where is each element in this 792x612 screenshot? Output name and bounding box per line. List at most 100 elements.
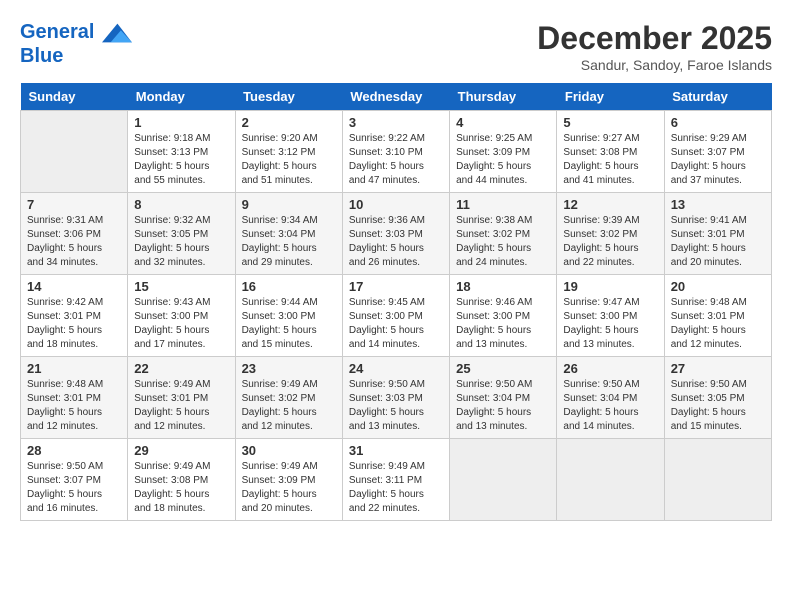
day-number: 11 [456, 197, 550, 212]
day-info: Sunrise: 9:31 AM Sunset: 3:06 PM Dayligh… [27, 214, 121, 270]
day-info: Sunrise: 9:48 AM Sunset: 3:01 PM Dayligh… [27, 378, 121, 434]
calendar-cell: 9 Sunrise: 9:34 AM Sunset: 3:04 PM Dayli… [235, 193, 342, 275]
calendar-cell: 13 Sunrise: 9:41 AM Sunset: 3:01 PM Dayl… [664, 193, 771, 275]
day-info: Sunrise: 9:46 AM Sunset: 3:00 PM Dayligh… [456, 296, 550, 352]
day-info: Sunrise: 9:50 AM Sunset: 3:04 PM Dayligh… [563, 378, 657, 434]
weekday-header-monday: Monday [128, 83, 235, 111]
day-number: 28 [27, 443, 121, 458]
weekday-header-row: SundayMondayTuesdayWednesdayThursdayFrid… [21, 83, 772, 111]
calendar-cell: 14 Sunrise: 9:42 AM Sunset: 3:01 PM Dayl… [21, 275, 128, 357]
calendar-cell: 16 Sunrise: 9:44 AM Sunset: 3:00 PM Dayl… [235, 275, 342, 357]
calendar-cell: 20 Sunrise: 9:48 AM Sunset: 3:01 PM Dayl… [664, 275, 771, 357]
day-number: 23 [242, 361, 336, 376]
logo-blue: Blue [20, 44, 132, 68]
day-number: 6 [671, 115, 765, 130]
day-info: Sunrise: 9:39 AM Sunset: 3:02 PM Dayligh… [563, 214, 657, 270]
day-number: 12 [563, 197, 657, 212]
calendar-cell: 27 Sunrise: 9:50 AM Sunset: 3:05 PM Dayl… [664, 357, 771, 439]
day-info: Sunrise: 9:22 AM Sunset: 3:10 PM Dayligh… [349, 132, 443, 188]
weekday-header-tuesday: Tuesday [235, 83, 342, 111]
day-info: Sunrise: 9:43 AM Sunset: 3:00 PM Dayligh… [134, 296, 228, 352]
calendar-cell: 31 Sunrise: 9:49 AM Sunset: 3:11 PM Dayl… [342, 439, 449, 521]
day-info: Sunrise: 9:41 AM Sunset: 3:01 PM Dayligh… [671, 214, 765, 270]
calendar-cell: 11 Sunrise: 9:38 AM Sunset: 3:02 PM Dayl… [450, 193, 557, 275]
week-row-3: 14 Sunrise: 9:42 AM Sunset: 3:01 PM Dayl… [21, 275, 772, 357]
day-number: 17 [349, 279, 443, 294]
day-number: 1 [134, 115, 228, 130]
weekday-header-sunday: Sunday [21, 83, 128, 111]
week-row-2: 7 Sunrise: 9:31 AM Sunset: 3:06 PM Dayli… [21, 193, 772, 275]
day-number: 8 [134, 197, 228, 212]
calendar-cell: 24 Sunrise: 9:50 AM Sunset: 3:03 PM Dayl… [342, 357, 449, 439]
calendar-cell: 25 Sunrise: 9:50 AM Sunset: 3:04 PM Dayl… [450, 357, 557, 439]
calendar-cell [664, 439, 771, 521]
calendar-cell: 15 Sunrise: 9:43 AM Sunset: 3:00 PM Dayl… [128, 275, 235, 357]
calendar-cell: 12 Sunrise: 9:39 AM Sunset: 3:02 PM Dayl… [557, 193, 664, 275]
calendar-cell [557, 439, 664, 521]
day-info: Sunrise: 9:49 AM Sunset: 3:09 PM Dayligh… [242, 460, 336, 516]
day-number: 21 [27, 361, 121, 376]
page-header: General Blue December 2025 Sandur, Sando… [20, 20, 772, 73]
day-info: Sunrise: 9:38 AM Sunset: 3:02 PM Dayligh… [456, 214, 550, 270]
day-number: 18 [456, 279, 550, 294]
day-info: Sunrise: 9:18 AM Sunset: 3:13 PM Dayligh… [134, 132, 228, 188]
day-info: Sunrise: 9:47 AM Sunset: 3:00 PM Dayligh… [563, 296, 657, 352]
day-info: Sunrise: 9:49 AM Sunset: 3:02 PM Dayligh… [242, 378, 336, 434]
day-number: 4 [456, 115, 550, 130]
day-number: 2 [242, 115, 336, 130]
day-number: 3 [349, 115, 443, 130]
calendar-cell: 17 Sunrise: 9:45 AM Sunset: 3:00 PM Dayl… [342, 275, 449, 357]
calendar-cell: 6 Sunrise: 9:29 AM Sunset: 3:07 PM Dayli… [664, 111, 771, 193]
day-info: Sunrise: 9:50 AM Sunset: 3:04 PM Dayligh… [456, 378, 550, 434]
day-info: Sunrise: 9:34 AM Sunset: 3:04 PM Dayligh… [242, 214, 336, 270]
day-info: Sunrise: 9:25 AM Sunset: 3:09 PM Dayligh… [456, 132, 550, 188]
calendar-cell: 22 Sunrise: 9:49 AM Sunset: 3:01 PM Dayl… [128, 357, 235, 439]
day-number: 14 [27, 279, 121, 294]
calendar-cell: 21 Sunrise: 9:48 AM Sunset: 3:01 PM Dayl… [21, 357, 128, 439]
day-info: Sunrise: 9:50 AM Sunset: 3:03 PM Dayligh… [349, 378, 443, 434]
logo: General Blue [20, 20, 132, 68]
day-number: 22 [134, 361, 228, 376]
day-number: 7 [27, 197, 121, 212]
day-number: 10 [349, 197, 443, 212]
day-number: 15 [134, 279, 228, 294]
calendar-cell: 2 Sunrise: 9:20 AM Sunset: 3:12 PM Dayli… [235, 111, 342, 193]
calendar-cell: 5 Sunrise: 9:27 AM Sunset: 3:08 PM Dayli… [557, 111, 664, 193]
week-row-1: 1 Sunrise: 9:18 AM Sunset: 3:13 PM Dayli… [21, 111, 772, 193]
day-info: Sunrise: 9:50 AM Sunset: 3:05 PM Dayligh… [671, 378, 765, 434]
day-number: 26 [563, 361, 657, 376]
day-number: 19 [563, 279, 657, 294]
calendar-cell: 23 Sunrise: 9:49 AM Sunset: 3:02 PM Dayl… [235, 357, 342, 439]
calendar-cell [450, 439, 557, 521]
calendar-cell: 4 Sunrise: 9:25 AM Sunset: 3:09 PM Dayli… [450, 111, 557, 193]
calendar-cell: 10 Sunrise: 9:36 AM Sunset: 3:03 PM Dayl… [342, 193, 449, 275]
day-info: Sunrise: 9:44 AM Sunset: 3:00 PM Dayligh… [242, 296, 336, 352]
calendar-cell: 1 Sunrise: 9:18 AM Sunset: 3:13 PM Dayli… [128, 111, 235, 193]
calendar-cell [21, 111, 128, 193]
day-info: Sunrise: 9:36 AM Sunset: 3:03 PM Dayligh… [349, 214, 443, 270]
calendar-cell: 28 Sunrise: 9:50 AM Sunset: 3:07 PM Dayl… [21, 439, 128, 521]
weekday-header-wednesday: Wednesday [342, 83, 449, 111]
day-number: 30 [242, 443, 336, 458]
location: Sandur, Sandoy, Faroe Islands [537, 57, 772, 73]
week-row-5: 28 Sunrise: 9:50 AM Sunset: 3:07 PM Dayl… [21, 439, 772, 521]
day-info: Sunrise: 9:49 AM Sunset: 3:11 PM Dayligh… [349, 460, 443, 516]
day-info: Sunrise: 9:48 AM Sunset: 3:01 PM Dayligh… [671, 296, 765, 352]
day-number: 9 [242, 197, 336, 212]
day-number: 27 [671, 361, 765, 376]
day-number: 29 [134, 443, 228, 458]
calendar-cell: 30 Sunrise: 9:49 AM Sunset: 3:09 PM Dayl… [235, 439, 342, 521]
title-section: December 2025 Sandur, Sandoy, Faroe Isla… [537, 20, 772, 73]
logo-text: General [20, 20, 132, 44]
calendar-cell: 7 Sunrise: 9:31 AM Sunset: 3:06 PM Dayli… [21, 193, 128, 275]
day-number: 24 [349, 361, 443, 376]
day-info: Sunrise: 9:45 AM Sunset: 3:00 PM Dayligh… [349, 296, 443, 352]
day-info: Sunrise: 9:49 AM Sunset: 3:01 PM Dayligh… [134, 378, 228, 434]
weekday-header-saturday: Saturday [664, 83, 771, 111]
calendar-cell: 3 Sunrise: 9:22 AM Sunset: 3:10 PM Dayli… [342, 111, 449, 193]
calendar-cell: 29 Sunrise: 9:49 AM Sunset: 3:08 PM Dayl… [128, 439, 235, 521]
month-title: December 2025 [537, 20, 772, 57]
day-info: Sunrise: 9:27 AM Sunset: 3:08 PM Dayligh… [563, 132, 657, 188]
calendar-cell: 18 Sunrise: 9:46 AM Sunset: 3:00 PM Dayl… [450, 275, 557, 357]
week-row-4: 21 Sunrise: 9:48 AM Sunset: 3:01 PM Dayl… [21, 357, 772, 439]
